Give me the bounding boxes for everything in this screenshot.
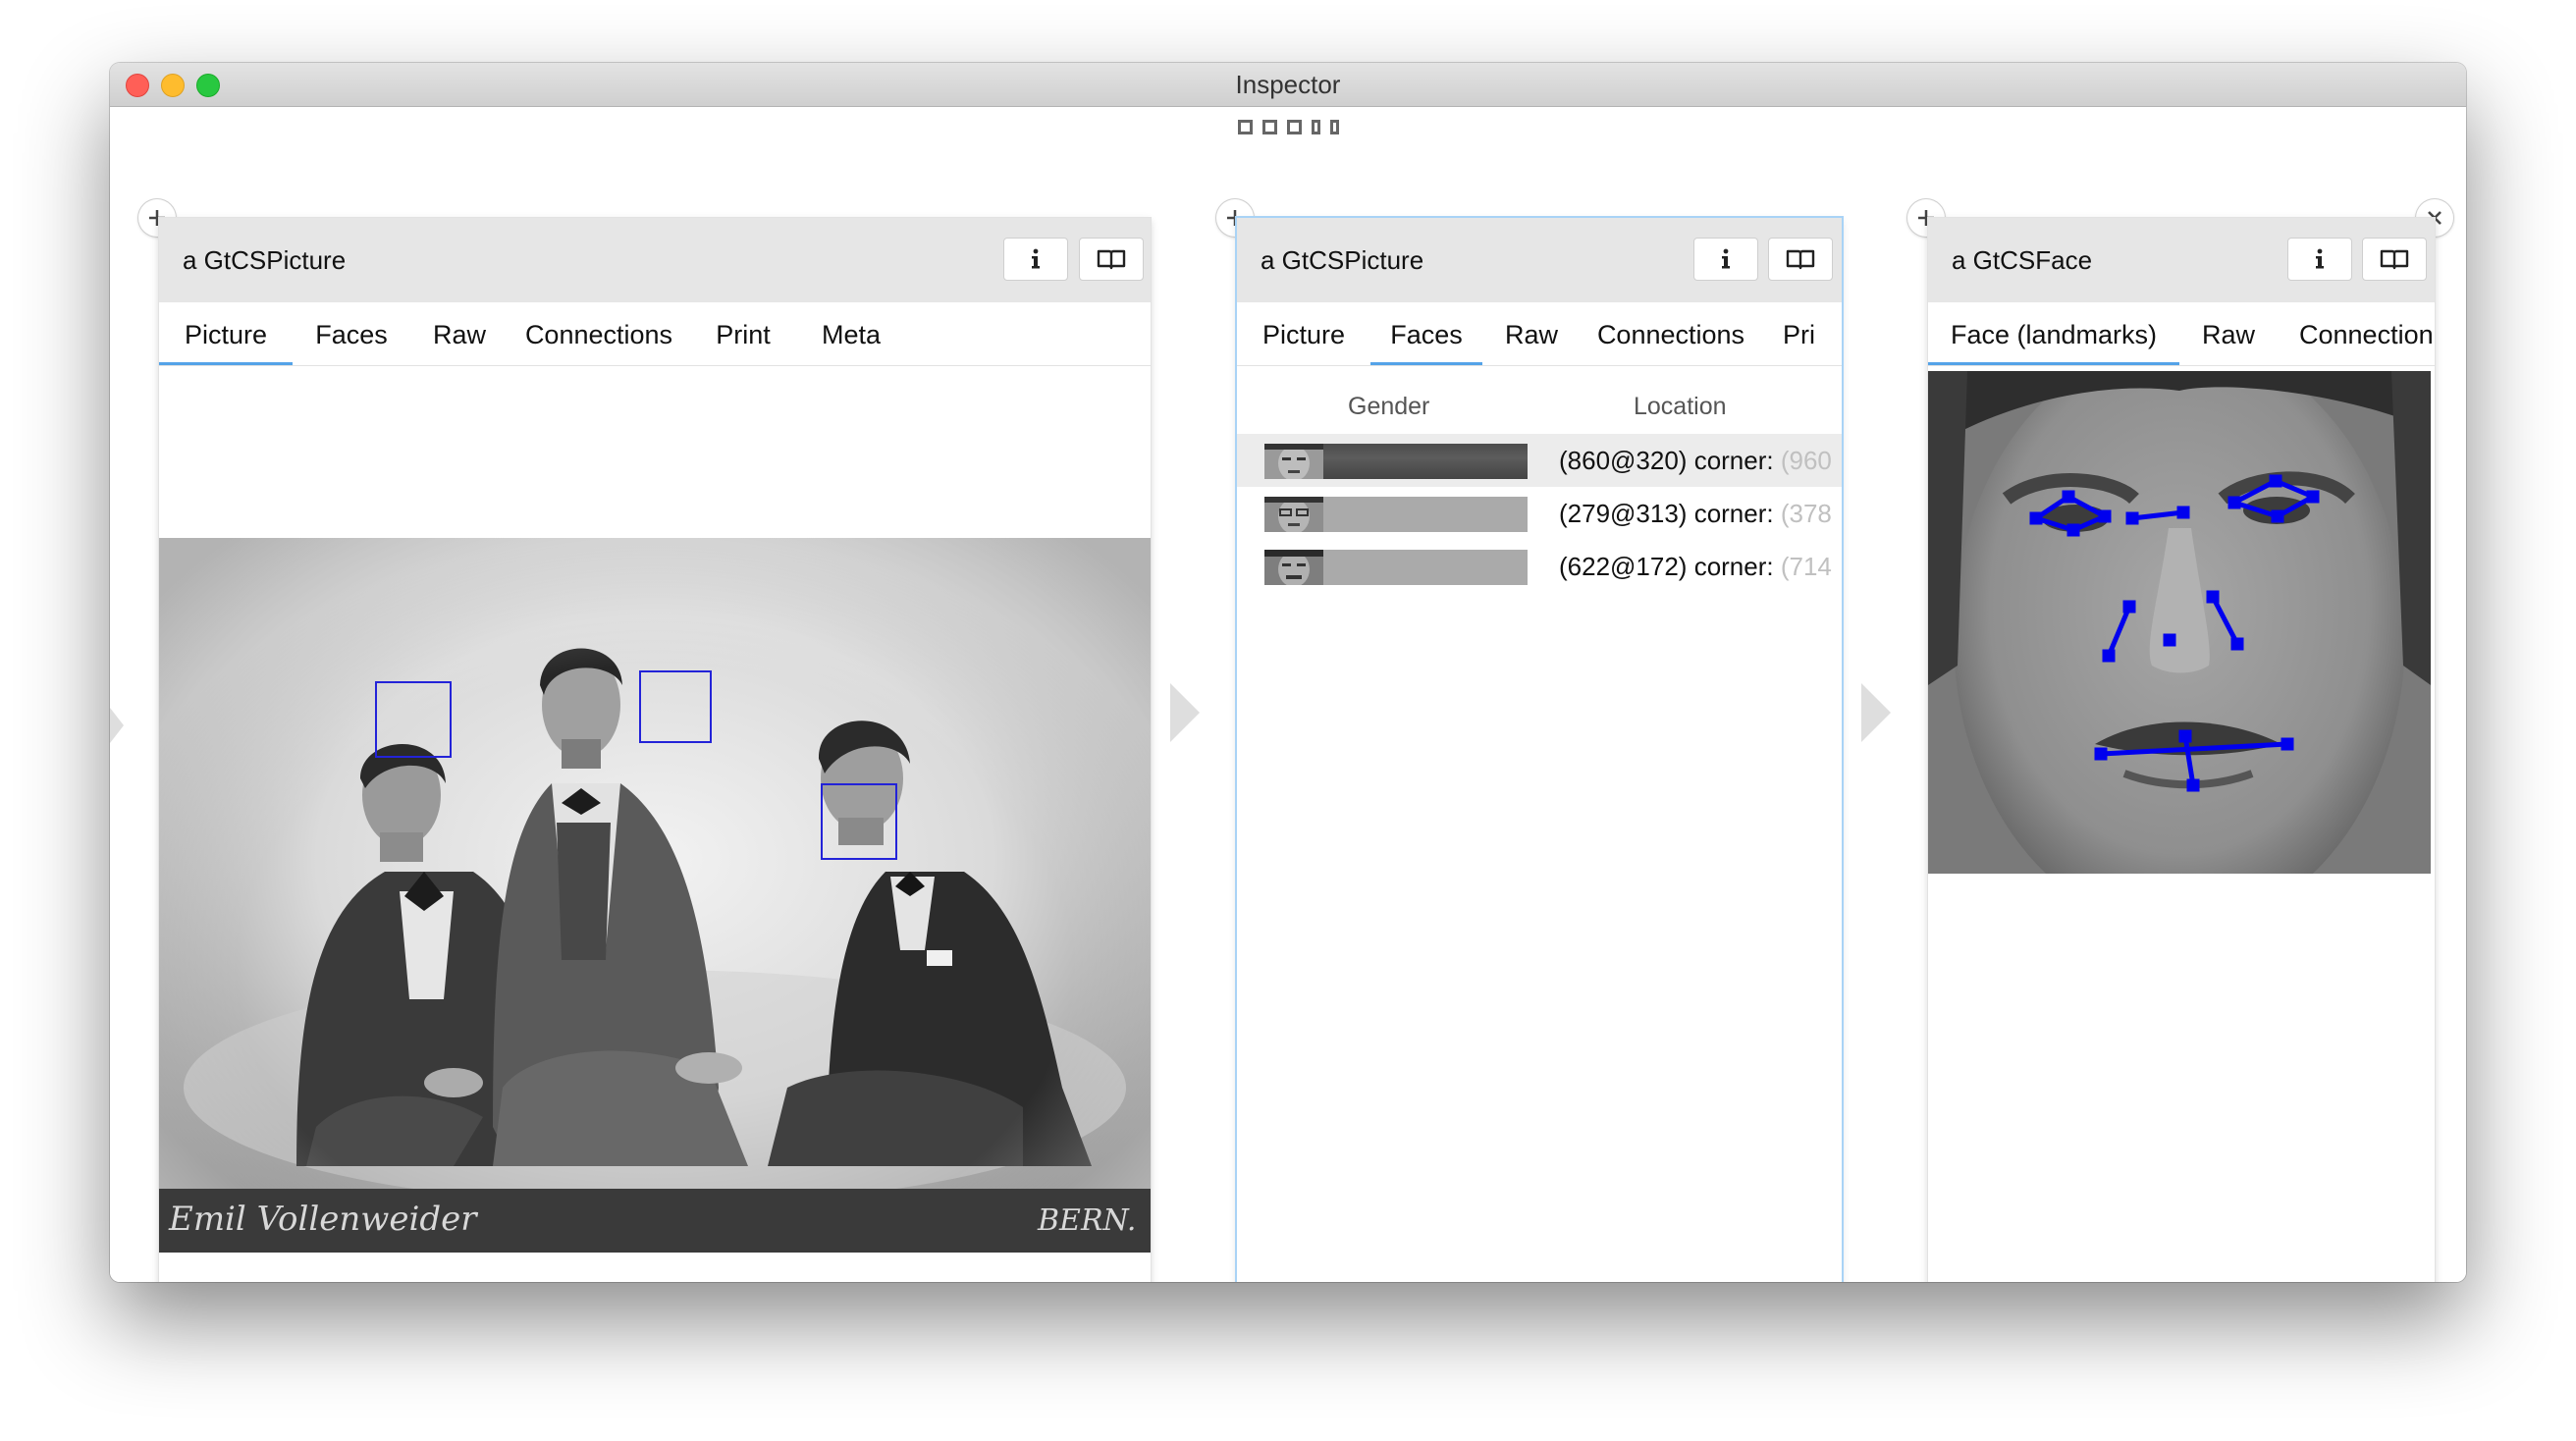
browse-button[interactable] xyxy=(1079,238,1144,281)
pane-tabs: Face (landmarks) Raw Connection xyxy=(1928,302,2435,366)
face-landmarks-image xyxy=(1928,371,2431,874)
tab-print[interactable]: Pri xyxy=(1761,302,1842,365)
chevron-right-icon[interactable] xyxy=(1170,683,1200,742)
tab-raw[interactable]: Raw xyxy=(2179,302,2278,365)
pane-tabs: Picture Faces Raw Connections Print Meta xyxy=(159,302,1151,366)
face-box[interactable] xyxy=(821,783,897,860)
tab-picture[interactable]: Picture xyxy=(159,302,293,365)
face-thumbnail-bar xyxy=(1264,497,1528,532)
face-row[interactable]: (279@313) corner: (378 xyxy=(1237,487,1842,540)
tab-faces[interactable]: Faces xyxy=(1370,302,1482,365)
browse-button[interactable] xyxy=(2362,238,2427,281)
pane-pager[interactable] xyxy=(110,119,2466,142)
pane-title: a GtCSPicture xyxy=(1261,245,1424,275)
info-icon xyxy=(1032,248,1040,269)
pager-dot[interactable] xyxy=(1286,120,1302,135)
face-location: (860@320) corner: (960 xyxy=(1559,446,1832,475)
face-thumbnail xyxy=(1264,444,1323,479)
pager-dot[interactable] xyxy=(1329,120,1339,135)
face-pane: a GtCSFace Face (landmarks) Raw Connecti… xyxy=(1928,218,2435,1282)
tab-raw[interactable]: Raw xyxy=(1482,302,1581,365)
photo-signature: Emil Vollenweider xyxy=(168,1200,478,1239)
face-box[interactable] xyxy=(375,681,452,758)
tab-face-landmarks[interactable]: Face (landmarks) xyxy=(1928,302,2179,365)
title-bar: Inspector xyxy=(110,63,2466,107)
info-button[interactable] xyxy=(1003,238,1068,281)
pane-header: a GtCSPicture xyxy=(1237,218,1842,302)
face-location: (279@313) corner: (378 xyxy=(1559,499,1832,528)
book-icon xyxy=(2380,249,2409,270)
tab-print[interactable]: Print xyxy=(689,302,797,365)
tab-connections[interactable]: Connection xyxy=(2278,302,2435,365)
face-thumbnail xyxy=(1264,550,1323,585)
tab-faces[interactable]: Faces xyxy=(293,302,410,365)
face-thumbnail xyxy=(1264,497,1323,532)
face-row[interactable]: (622@172) corner: (714 xyxy=(1237,540,1842,593)
face-row[interactable]: (860@320) corner: (960 xyxy=(1237,434,1842,487)
photo-place: BERN. xyxy=(1037,1203,1136,1238)
face-thumbnail-bar xyxy=(1264,444,1528,479)
tab-picture[interactable]: Picture xyxy=(1237,302,1370,365)
window-title: Inspector xyxy=(1235,70,1341,99)
info-icon xyxy=(2316,248,2324,269)
info-icon xyxy=(1722,248,1730,269)
pager-dot[interactable] xyxy=(1237,120,1253,135)
pane-title: a GtCSPicture xyxy=(183,245,347,275)
group-photo: Emil Vollenweider BERN. xyxy=(159,538,1151,1253)
column-header-location[interactable]: Location xyxy=(1634,393,1727,421)
pane-title: a GtCSFace xyxy=(1952,245,2093,275)
tab-connections[interactable]: Connections xyxy=(1581,302,1761,365)
pane-tabs: Picture Faces Raw Connections Pri xyxy=(1237,302,1842,366)
tab-raw[interactable]: Raw xyxy=(410,302,509,365)
browse-button[interactable] xyxy=(1768,238,1833,281)
inspector-window: Inspector a GtCSPicture Picture Faces Ra… xyxy=(110,63,2466,1282)
chevron-right-icon[interactable] xyxy=(110,708,124,743)
faces-pane: a GtCSPicture Picture Faces Raw Connecti… xyxy=(1237,218,1842,1282)
info-button[interactable] xyxy=(2287,238,2352,281)
book-icon xyxy=(1097,249,1126,270)
window-content: a GtCSPicture Picture Faces Raw Connecti… xyxy=(110,107,2466,1282)
tab-connections[interactable]: Connections xyxy=(509,302,689,365)
tab-meta[interactable]: Meta xyxy=(797,302,905,365)
pane-header: a GtCSFace xyxy=(1928,218,2435,302)
pager-dot[interactable] xyxy=(1261,120,1277,135)
face-thumbnail-bar xyxy=(1264,550,1528,585)
face-box[interactable] xyxy=(639,670,712,743)
book-icon xyxy=(1786,249,1815,270)
column-header-gender[interactable]: Gender xyxy=(1348,393,1429,421)
pane-header: a GtCSPicture xyxy=(159,218,1151,302)
chevron-right-icon[interactable] xyxy=(1861,683,1891,742)
face-location: (622@172) corner: (714 xyxy=(1559,552,1832,581)
picture-pane: a GtCSPicture Picture Faces Raw Connecti… xyxy=(159,218,1151,1282)
info-button[interactable] xyxy=(1693,238,1758,281)
pager-dot[interactable] xyxy=(1311,120,1320,135)
